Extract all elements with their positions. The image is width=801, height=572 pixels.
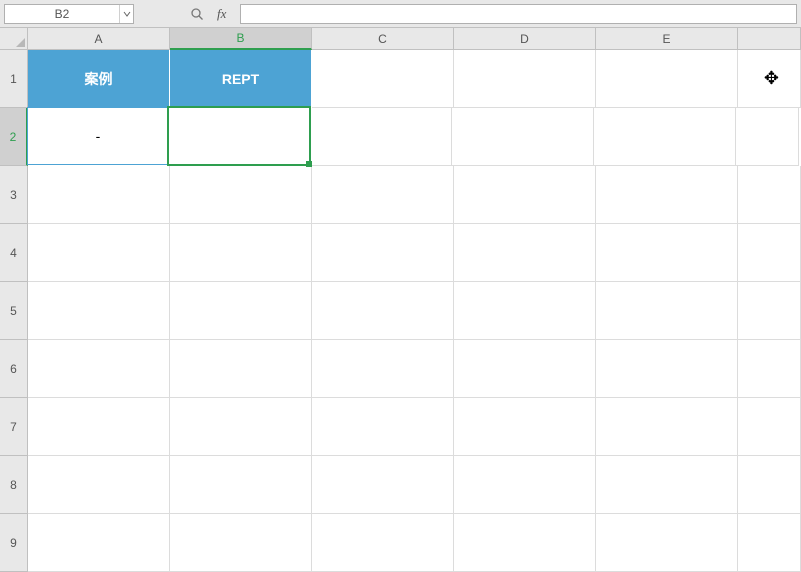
cell-A8[interactable] bbox=[28, 456, 170, 514]
cell-B9[interactable] bbox=[170, 514, 312, 572]
cell-C8[interactable] bbox=[312, 456, 454, 514]
cell-B4[interactable] bbox=[170, 224, 312, 282]
cell-B6[interactable] bbox=[170, 340, 312, 398]
cells-area[interactable]: 案例REPT- bbox=[28, 50, 801, 572]
chevron-down-icon bbox=[123, 10, 131, 18]
cell-D5[interactable] bbox=[454, 282, 596, 340]
cell-D1[interactable] bbox=[454, 50, 596, 108]
cell-C3[interactable] bbox=[312, 166, 454, 224]
cell-E5[interactable] bbox=[596, 282, 738, 340]
cell-A1[interactable]: 案例 bbox=[28, 50, 170, 108]
row-header-3[interactable]: 3 bbox=[0, 166, 28, 224]
cell-C1[interactable] bbox=[312, 50, 454, 108]
cell-D3[interactable] bbox=[454, 166, 596, 224]
cell-C2[interactable] bbox=[310, 108, 452, 166]
fx-label[interactable]: fx bbox=[217, 6, 226, 22]
cell-E4[interactable] bbox=[596, 224, 738, 282]
cell-E9[interactable] bbox=[596, 514, 738, 572]
col-header-B[interactable]: B bbox=[170, 28, 312, 50]
cell-A9[interactable] bbox=[28, 514, 170, 572]
cell-D6[interactable] bbox=[454, 340, 596, 398]
col-header-C[interactable]: C bbox=[312, 28, 454, 50]
fill-handle[interactable] bbox=[306, 161, 312, 167]
cell-X7[interactable] bbox=[738, 398, 801, 456]
cell-X1[interactable] bbox=[738, 50, 801, 108]
cell-A7[interactable] bbox=[28, 398, 170, 456]
cell-D2[interactable] bbox=[452, 108, 594, 166]
row-header-1[interactable]: 1 bbox=[0, 50, 28, 108]
cell-A5[interactable] bbox=[28, 282, 170, 340]
row-header-2[interactable]: 2 bbox=[0, 108, 28, 166]
cell-A6[interactable] bbox=[28, 340, 170, 398]
col-header-blank[interactable] bbox=[738, 28, 801, 50]
cell-E6[interactable] bbox=[596, 340, 738, 398]
cell-X4[interactable] bbox=[738, 224, 801, 282]
cell-C5[interactable] bbox=[312, 282, 454, 340]
cell-B5[interactable] bbox=[170, 282, 312, 340]
row-header-9[interactable]: 9 bbox=[0, 514, 28, 572]
cell-X6[interactable] bbox=[738, 340, 801, 398]
cell-D9[interactable] bbox=[454, 514, 596, 572]
cell-C7[interactable] bbox=[312, 398, 454, 456]
cell-X9[interactable] bbox=[738, 514, 801, 572]
row-header-7[interactable]: 7 bbox=[0, 398, 28, 456]
cell-E2[interactable] bbox=[594, 108, 736, 166]
col-header-D[interactable]: D bbox=[454, 28, 596, 50]
cell-E8[interactable] bbox=[596, 456, 738, 514]
cell-C6[interactable] bbox=[312, 340, 454, 398]
cell-D7[interactable] bbox=[454, 398, 596, 456]
cell-X3[interactable] bbox=[738, 166, 801, 224]
spreadsheet-grid: ABCDE 123456789 案例REPT- ✥ bbox=[0, 28, 801, 572]
cell-X2[interactable] bbox=[736, 108, 799, 166]
cell-A2[interactable]: - bbox=[27, 107, 169, 165]
cell-B1[interactable]: REPT bbox=[170, 50, 312, 108]
formula-toolbar: B2 fx bbox=[0, 0, 801, 28]
col-header-A[interactable]: A bbox=[28, 28, 170, 50]
name-box-value: B2 bbox=[5, 7, 119, 21]
column-headers: ABCDE bbox=[0, 28, 801, 50]
cell-D4[interactable] bbox=[454, 224, 596, 282]
cell-E7[interactable] bbox=[596, 398, 738, 456]
row-headers: 123456789 bbox=[0, 50, 28, 572]
cell-C9[interactable] bbox=[312, 514, 454, 572]
select-all-corner[interactable] bbox=[0, 28, 28, 50]
cell-B7[interactable] bbox=[170, 398, 312, 456]
cell-X5[interactable] bbox=[738, 282, 801, 340]
name-box[interactable]: B2 bbox=[4, 4, 134, 24]
cell-B2[interactable] bbox=[168, 107, 310, 165]
cell-D8[interactable] bbox=[454, 456, 596, 514]
search-icon[interactable] bbox=[187, 7, 207, 21]
name-box-dropdown[interactable] bbox=[119, 5, 133, 23]
cell-A3[interactable] bbox=[28, 166, 170, 224]
formula-bar[interactable] bbox=[240, 4, 797, 24]
cell-B8[interactable] bbox=[170, 456, 312, 514]
cell-A4[interactable] bbox=[28, 224, 170, 282]
row-header-4[interactable]: 4 bbox=[0, 224, 28, 282]
row-header-5[interactable]: 5 bbox=[0, 282, 28, 340]
cell-E3[interactable] bbox=[596, 166, 738, 224]
cell-E1[interactable] bbox=[596, 50, 738, 108]
col-header-E[interactable]: E bbox=[596, 28, 738, 50]
row-header-8[interactable]: 8 bbox=[0, 456, 28, 514]
row-header-6[interactable]: 6 bbox=[0, 340, 28, 398]
cell-C4[interactable] bbox=[312, 224, 454, 282]
cell-X8[interactable] bbox=[738, 456, 801, 514]
cell-B3[interactable] bbox=[170, 166, 312, 224]
